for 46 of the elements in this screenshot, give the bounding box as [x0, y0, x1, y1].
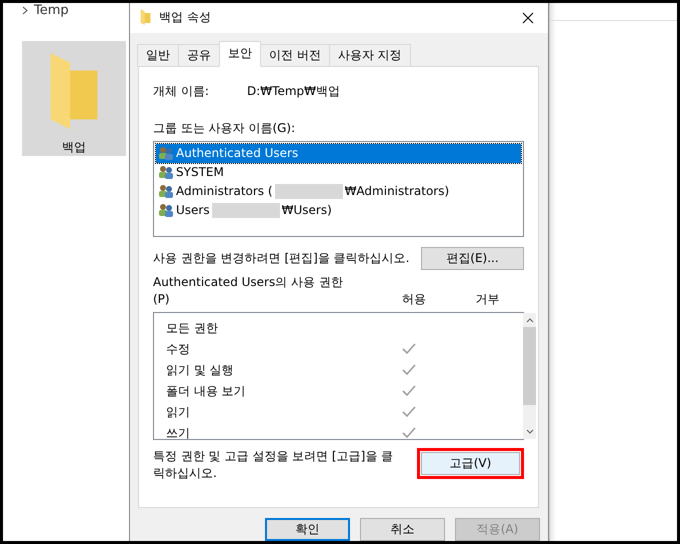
user-name: Authenticated Users: [176, 146, 298, 160]
user-group-icon: [158, 146, 174, 160]
user-name: SYSTEM: [176, 165, 224, 180]
deny-header: 거부: [475, 290, 500, 308]
permission-name: 읽기: [166, 404, 191, 421]
dialog-button[interactable]: 취소: [360, 518, 445, 541]
tab[interactable]: 일반: [137, 44, 179, 67]
users-label: 그룹 또는 사용자 이름(G):: [153, 120, 296, 137]
close-icon: [522, 12, 534, 24]
user-name: Administrators (: [176, 184, 273, 198]
advanced-hint: 특정 권한 및 고급 설정을 보려면 [고급]을 클릭하십시오.: [153, 448, 394, 482]
dialog-button[interactable]: 확인: [265, 518, 350, 541]
permissions-title: Authenticated Users의 사용 권한: [153, 274, 344, 291]
edit-hint: 사용 권한을 변경하려면 [편집]을 클릭하십시오.: [153, 250, 410, 267]
tab[interactable]: 사용자 지정: [328, 44, 411, 67]
user-name: Users: [176, 203, 210, 218]
user-domain: ₩Users): [282, 203, 332, 218]
user-group-icon: [158, 165, 174, 180]
user-domain: ₩Administrators): [344, 184, 450, 198]
folder-name: 백업: [62, 139, 86, 156]
permission-name: 폴더 내용 보기: [166, 382, 247, 400]
folder-icon: [140, 9, 152, 26]
user-row[interactable]: Administrators ( ₩Administrators): [156, 182, 521, 201]
permission-name: 수정: [166, 340, 191, 358]
permission-name: 읽기 및 실행: [166, 362, 235, 379]
object-name-label: 개체 이름:: [153, 82, 210, 100]
advanced-button[interactable]: 고급(V): [421, 452, 520, 475]
window-title: 백업 속성: [159, 9, 212, 26]
user-group-icon: [158, 203, 174, 218]
chevron-icon: [22, 6, 28, 14]
user-row[interactable]: Authenticated Users: [156, 144, 521, 163]
object-name-value: D:₩Temp₩백업: [247, 82, 340, 100]
permissions-key: (P): [153, 292, 378, 306]
folder-tile[interactable]: 백업: [22, 41, 126, 156]
allow-header: 허용: [402, 290, 426, 308]
user-row[interactable]: Users ₩Users): [156, 200, 521, 220]
user-group-icon: [158, 184, 174, 198]
user-row[interactable]: SYSTEM: [156, 162, 521, 182]
tab[interactable]: 보안: [219, 40, 261, 67]
caret-down-icon[interactable]: [526, 428, 534, 434]
breadcrumb-text[interactable]: Temp: [34, 3, 69, 18]
permission-name: 모든 권한: [166, 320, 219, 337]
edit-button[interactable]: 편집(E)...: [421, 246, 524, 270]
caret-up-icon[interactable]: [526, 318, 534, 323]
scrollbar[interactable]: [523, 312, 536, 439]
permission-name: 쓰기: [166, 424, 191, 442]
